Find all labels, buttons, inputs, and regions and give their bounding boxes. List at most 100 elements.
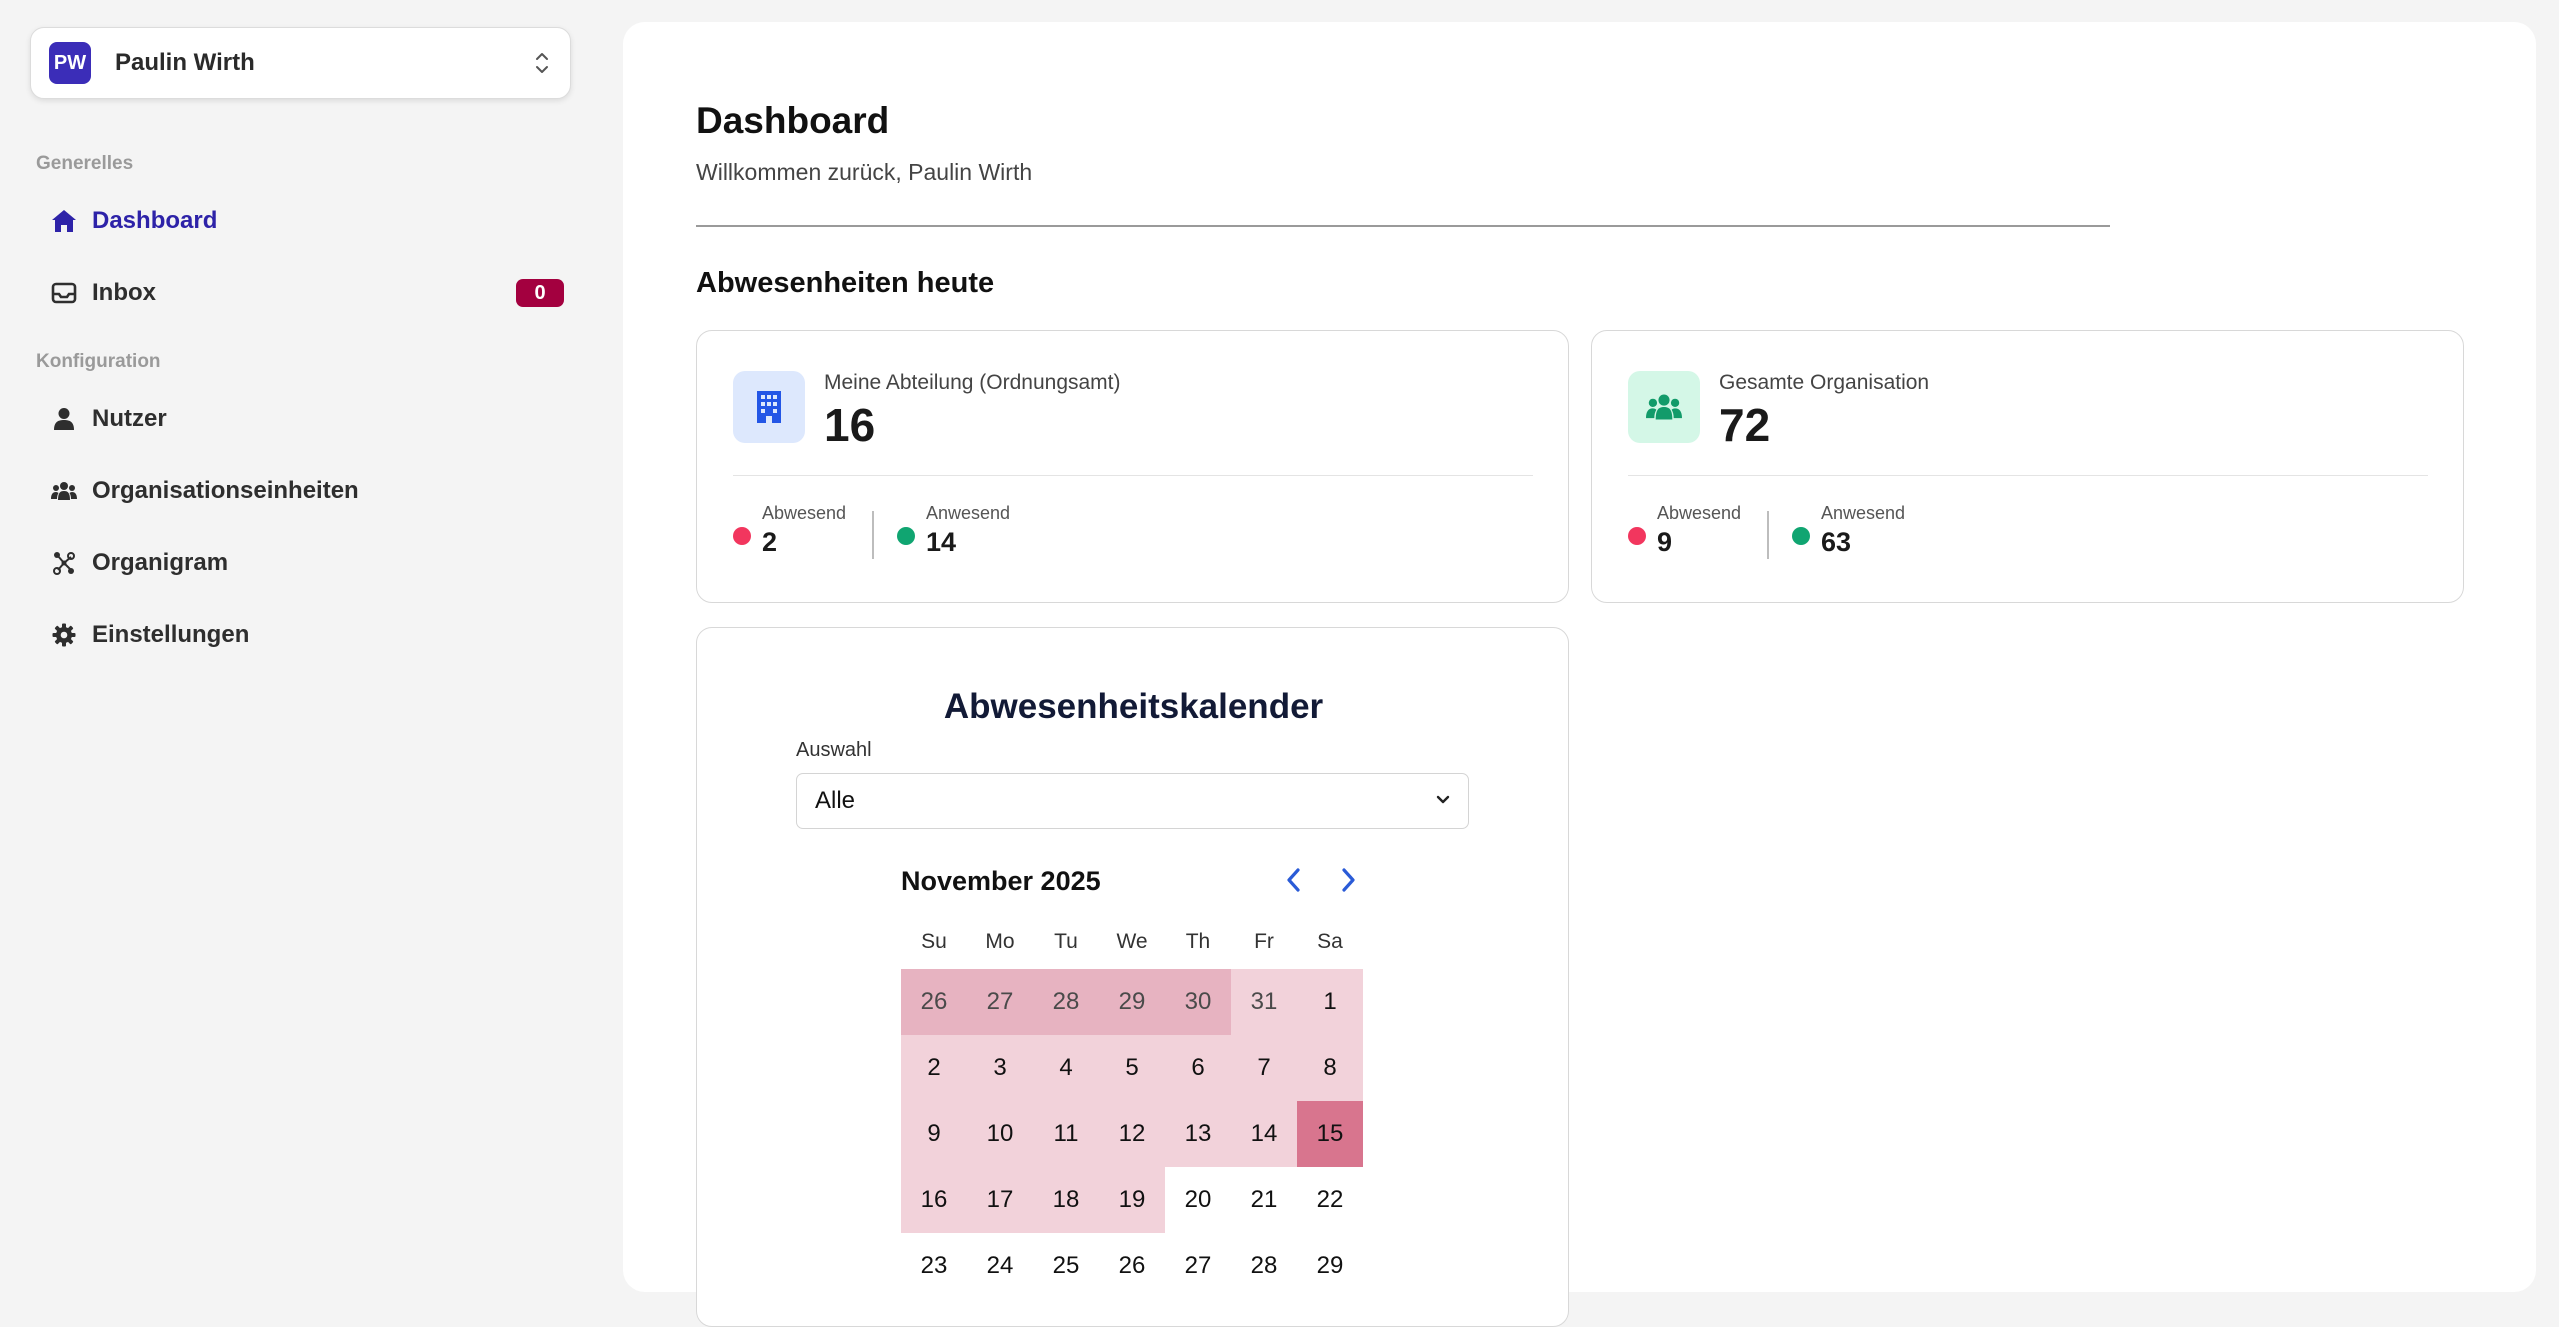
absences-today-heading: Abwesenheiten heute bbox=[696, 267, 995, 299]
building-icon bbox=[733, 371, 805, 443]
calendar-day[interactable]: 1 bbox=[1297, 969, 1363, 1035]
sidebar-item-label: Einstellungen bbox=[92, 621, 250, 648]
stat-label: Meine Abteilung (Ordnungsamt) bbox=[824, 371, 1121, 394]
calendar-day[interactable]: 13 bbox=[1165, 1101, 1231, 1167]
sidebar-item-label: Organisationseinheiten bbox=[92, 477, 359, 504]
weekday-label: Sa bbox=[1317, 930, 1343, 953]
calendar-day[interactable]: 5 bbox=[1099, 1035, 1165, 1101]
present-label: Anwesend bbox=[926, 503, 1011, 523]
calendar-day[interactable]: 31 bbox=[1231, 969, 1297, 1035]
home-icon bbox=[50, 207, 78, 235]
absence-calendar-card: Abwesenheitskalender Auswahl Alle Novemb… bbox=[696, 627, 1569, 1327]
department-absence-card: Meine Abteilung (Ordnungsamt) 16 Abwesen… bbox=[696, 330, 1569, 603]
stat-total: 72 bbox=[1719, 399, 1771, 451]
users-icon bbox=[50, 477, 78, 505]
page-title: Dashboard bbox=[696, 100, 890, 141]
user-icon bbox=[50, 405, 78, 433]
chevron-right-icon bbox=[1340, 867, 1356, 898]
calendar-day[interactable]: 19 bbox=[1099, 1167, 1165, 1233]
sidebar-item-label: Organigram bbox=[92, 549, 229, 576]
calendar-day[interactable]: 20 bbox=[1165, 1167, 1231, 1233]
chevron-left-icon bbox=[1286, 867, 1302, 898]
calendar-day[interactable]: 28 bbox=[1033, 969, 1099, 1035]
present-dot-icon bbox=[1792, 527, 1810, 545]
selection-dropdown[interactable]: Alle bbox=[796, 773, 1469, 829]
calendar-day[interactable]: 8 bbox=[1297, 1035, 1363, 1101]
calendar-day[interactable]: 11 bbox=[1033, 1101, 1099, 1167]
absent-count: 2 bbox=[762, 527, 778, 557]
calendar-day[interactable]: 16 bbox=[901, 1167, 967, 1233]
calendar-day[interactable]: 3 bbox=[967, 1035, 1033, 1101]
calendar-day[interactable]: 12 bbox=[1099, 1101, 1165, 1167]
divider bbox=[696, 225, 2110, 227]
stat-total: 16 bbox=[824, 399, 876, 451]
absent-dot-icon bbox=[1628, 527, 1646, 545]
sidebar-item-dashboard[interactable]: Dashboard bbox=[36, 195, 566, 247]
calendar-day[interactable]: 26 bbox=[1099, 1233, 1165, 1299]
inbox-icon bbox=[50, 279, 78, 307]
inbox-count-badge: 0 bbox=[516, 279, 564, 307]
stat-separator bbox=[872, 511, 874, 559]
user-switcher[interactable]: PW Paulin Wirth bbox=[30, 27, 571, 99]
weekday-label: Tu bbox=[1054, 930, 1078, 953]
absent-dot-icon bbox=[733, 527, 751, 545]
weekday-label: We bbox=[1116, 930, 1148, 953]
present-label: Anwesend bbox=[1821, 503, 1906, 523]
calendar-title: Abwesenheitskalender bbox=[943, 687, 1324, 726]
sidebar-item-organigram[interactable]: Organigram bbox=[36, 537, 566, 589]
calendar-day[interactable]: 30 bbox=[1165, 969, 1231, 1035]
stat-label: Gesamte Organisation bbox=[1719, 371, 1930, 394]
sidebar-item-label: Nutzer bbox=[92, 405, 167, 432]
organisation-absence-card: Gesamte Organisation 72 Abwesend 9 Anwes… bbox=[1591, 330, 2464, 603]
main-content: Dashboard Willkommen zurück, Paulin Wirt… bbox=[623, 22, 2536, 1327]
weekday-label: Fr bbox=[1254, 930, 1274, 953]
next-month-button[interactable] bbox=[1331, 865, 1365, 899]
selected-option: Alle bbox=[815, 787, 856, 814]
calendar-day[interactable]: 29 bbox=[1099, 969, 1165, 1035]
sidebar-item-label: Inbox bbox=[92, 279, 156, 306]
calendar-day[interactable]: 14 bbox=[1231, 1101, 1297, 1167]
sidebar-item-organisationseinheiten[interactable]: Organisationseinheiten bbox=[36, 465, 566, 517]
previous-month-button[interactable] bbox=[1277, 865, 1311, 899]
calendar-day[interactable]: 27 bbox=[1165, 1233, 1231, 1299]
calendar-day[interactable]: 21 bbox=[1231, 1167, 1297, 1233]
present-count: 63 bbox=[1821, 527, 1852, 557]
sidebar-item-label: Dashboard bbox=[92, 207, 218, 234]
calendar-day[interactable]: 26 bbox=[901, 969, 967, 1035]
calendar-day[interactable]: 9 bbox=[901, 1101, 967, 1167]
present-dot-icon bbox=[897, 527, 915, 545]
absent-label: Abwesend bbox=[762, 503, 847, 523]
sidebar-item-inbox[interactable]: Inbox 0 bbox=[36, 267, 566, 319]
welcome-message: Willkommen zurück, Paulin Wirth bbox=[696, 159, 1033, 185]
org-chart-icon bbox=[50, 549, 78, 577]
calendar-day[interactable]: 4 bbox=[1033, 1035, 1099, 1101]
sidebar-item-einstellungen[interactable]: Einstellungen bbox=[36, 609, 566, 661]
weekday-label: Su bbox=[921, 930, 947, 953]
calendar-day[interactable]: 17 bbox=[967, 1167, 1033, 1233]
sidebar-item-nutzer[interactable]: Nutzer bbox=[36, 393, 566, 445]
calendar-day[interactable]: 25 bbox=[1033, 1233, 1099, 1299]
calendar-day[interactable]: 23 bbox=[901, 1233, 967, 1299]
calendar-day[interactable]: 10 bbox=[967, 1101, 1033, 1167]
chevron-up-down-icon bbox=[532, 47, 552, 79]
calendar-day[interactable]: 28 bbox=[1231, 1233, 1297, 1299]
calendar-day[interactable]: 2 bbox=[901, 1035, 967, 1101]
calendar-day[interactable]: 15 bbox=[1297, 1101, 1363, 1167]
weekday-label: Th bbox=[1185, 930, 1211, 953]
calendar-day[interactable]: 22 bbox=[1297, 1167, 1363, 1233]
avatar: PW bbox=[49, 42, 91, 84]
present-count: 14 bbox=[926, 527, 957, 557]
select-label: Auswahl bbox=[796, 739, 872, 761]
calendar-day[interactable]: 24 bbox=[967, 1233, 1033, 1299]
calendar-day[interactable]: 6 bbox=[1165, 1035, 1231, 1101]
calendar-day[interactable]: 29 bbox=[1297, 1233, 1363, 1299]
weekday-label: Mo bbox=[985, 930, 1015, 953]
calendar-day[interactable]: 27 bbox=[967, 969, 1033, 1035]
users-icon bbox=[1628, 371, 1700, 443]
calendar-day[interactable]: 18 bbox=[1033, 1167, 1099, 1233]
absent-count: 9 bbox=[1657, 527, 1673, 557]
user-name: Paulin Wirth bbox=[115, 49, 255, 76]
card-divider bbox=[1628, 475, 2428, 476]
calendar-day[interactable]: 7 bbox=[1231, 1035, 1297, 1101]
section-label-konfiguration: Konfiguration bbox=[36, 351, 161, 372]
